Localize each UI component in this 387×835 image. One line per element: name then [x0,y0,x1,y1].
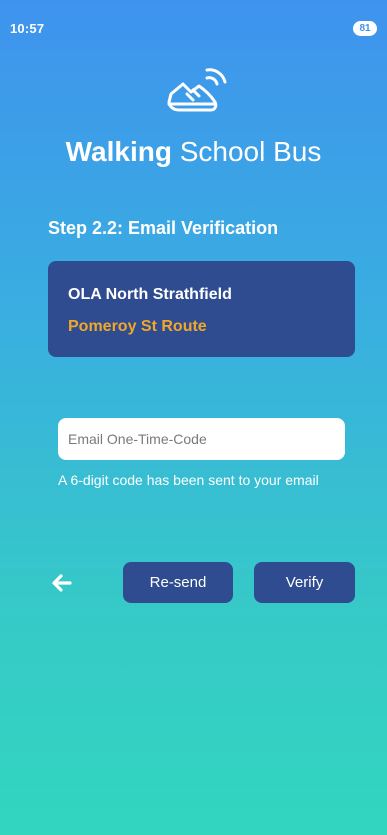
email-otp-input[interactable] [58,418,345,460]
back-button[interactable] [48,571,76,595]
status-time: 10:57 [10,21,45,36]
route-info-card: OLA North Strathfield Pomeroy St Route [48,261,355,357]
otp-hint-text: A 6-digit code has been sent to your ema… [58,472,319,488]
status-bar: 10:57 81 [0,0,387,60]
step-title: Step 2.2: Email Verification [48,218,279,238]
battery-indicator: 81 [353,21,377,36]
walking-shoe-wifi-icon [167,68,227,112]
route-name: Pomeroy St Route [68,318,207,335]
app-title-rest: School Bus [171,136,322,167]
school-name: OLA North Strathfield [68,286,232,303]
app-title: Walking School Bus [0,132,387,172]
resend-button[interactable]: Re-send [123,562,233,603]
arrow-left-icon [52,574,72,592]
app-title-bold: Walking [65,136,172,167]
verify-button[interactable]: Verify [254,562,355,603]
